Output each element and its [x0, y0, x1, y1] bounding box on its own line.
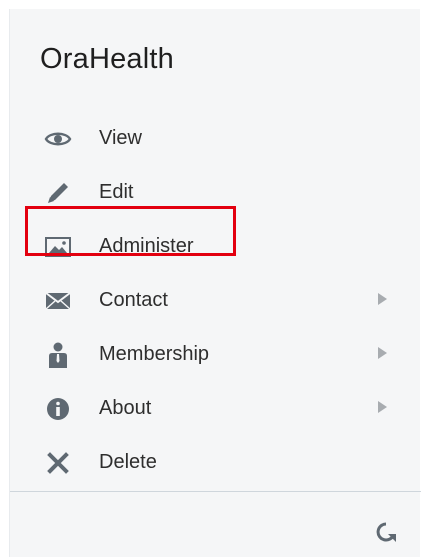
info-icon [43, 394, 73, 424]
submenu-arrow-icon [378, 401, 387, 413]
menu-item-contact[interactable]: Contact [10, 278, 421, 322]
highlight-box [25, 206, 236, 256]
menu-item-view[interactable]: View [10, 116, 421, 160]
envelope-icon [43, 286, 73, 316]
menu-item-label: Edit [99, 181, 134, 203]
menu-item-label: About [99, 397, 152, 419]
menu-divider [10, 491, 421, 492]
submenu-arrow-icon [378, 293, 387, 305]
submenu-arrow-icon [378, 347, 387, 359]
menu-item-label: View [99, 127, 142, 149]
menu-item-membership[interactable]: Membership [10, 332, 421, 376]
close-icon [43, 448, 73, 478]
pencil-icon [43, 178, 73, 208]
menu-item-delete[interactable]: Delete [10, 440, 421, 484]
menu-title: OraHealth [40, 43, 174, 75]
refresh-icon[interactable] [373, 520, 399, 546]
eye-icon [43, 124, 73, 154]
context-menu-panel: OraHealth View Edit Administer Contact M… [9, 9, 421, 557]
menu-item-label: Contact [99, 289, 168, 311]
menu-item-label: Membership [99, 343, 210, 365]
menu-item-label: Delete [99, 451, 157, 473]
person-icon [43, 340, 73, 370]
menu-item-about[interactable]: About [10, 386, 421, 430]
